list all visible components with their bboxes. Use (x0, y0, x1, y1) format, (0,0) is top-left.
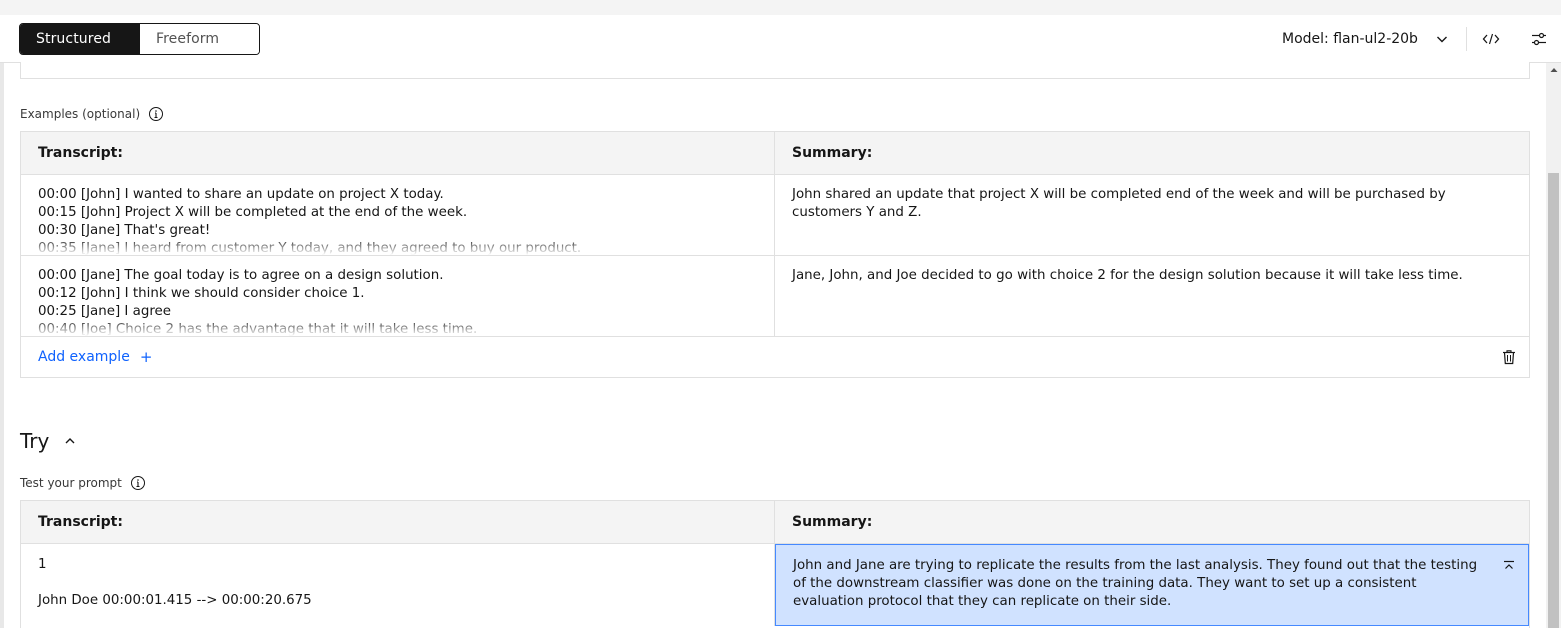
collapse-icon[interactable] (1502, 559, 1516, 573)
code-view-button[interactable] (1479, 27, 1503, 51)
column-header-summary: Summary: (792, 514, 873, 530)
table-footer: Add example + (21, 337, 1529, 377)
try-title: Try (20, 429, 50, 453)
toolbar-divider (1466, 27, 1467, 51)
table-header: Transcript: Summary: (21, 132, 1529, 175)
model-selector[interactable]: Model: flan-ul2-20b (1282, 29, 1450, 49)
test-prompt-label-row: Test your prompt (20, 475, 146, 491)
add-example-label: Add example (38, 349, 130, 365)
model-parameters-button[interactable] (1527, 27, 1551, 51)
trash-icon[interactable] (1502, 349, 1516, 365)
column-header-transcript: Transcript: (21, 501, 775, 543)
scrollbar-thumb[interactable] (1548, 173, 1559, 628)
chevron-down-icon (1434, 31, 1450, 47)
transcript-line: 1 (38, 557, 47, 572)
tab-structured[interactable]: Structured (20, 24, 140, 54)
transcript-line: 00:40 [Joe] Choice 2 has the advantage t… (38, 322, 478, 336)
transcript-line: 00:00 [John] I wanted to share an update… (38, 187, 444, 202)
transcript-cell[interactable]: 00:00 [Jane] The goal today is to agree … (21, 256, 775, 336)
generated-summary-text: John and Jane are trying to replicate th… (793, 558, 1478, 609)
table-row: 00:00 [Jane] The goal today is to agree … (21, 256, 1529, 337)
plus-icon: + (139, 348, 153, 366)
column-header-summary: Summary: (792, 145, 873, 161)
information-icon[interactable] (148, 106, 164, 122)
table-header: Transcript: Summary: (21, 501, 1529, 544)
examples-table: Transcript: Summary: 00:00 [John] I want… (20, 131, 1530, 378)
instruction-box-bottom (20, 62, 1530, 79)
settings-adjust-icon (1531, 31, 1547, 47)
add-example-button[interactable]: Add example + (38, 348, 152, 366)
vertical-scrollbar[interactable] (1546, 63, 1561, 628)
table-row: 1 John Doe 00:00:01.415 --> 00:00:20.675… (21, 544, 1529, 626)
transcript-line: 00:25 [Jane] I agree (38, 304, 172, 319)
top-toolbar: Structured Freeform Model: flan-ul2-20b (0, 15, 1561, 63)
left-edge (0, 63, 4, 628)
test-prompt-label: Test your prompt (20, 476, 122, 490)
top-strip (0, 0, 1561, 15)
examples-label-row: Examples (optional) (20, 106, 164, 122)
column-header-transcript: Transcript: (21, 132, 775, 174)
transcript-line: John Doe 00:00:01.415 --> 00:00:20.675 (38, 593, 312, 608)
mode-switcher: Structured Freeform (19, 23, 260, 55)
summary-cell[interactable]: Jane, John, and Joe decided to go with c… (775, 256, 1529, 336)
try-section-header[interactable]: Try (20, 429, 77, 453)
table-row: 00:00 [John] I wanted to share an update… (21, 175, 1529, 256)
information-icon[interactable] (130, 475, 146, 491)
transcript-input[interactable]: 1 John Doe 00:00:01.415 --> 00:00:20.675 (21, 544, 775, 626)
transcript-line: 00:35 [Jane] I heard from customer Y tod… (38, 241, 582, 255)
test-prompt-table: Transcript: Summary: 1 John Doe 00:00:01… (20, 500, 1530, 628)
scroll-up-arrow-icon[interactable] (1546, 66, 1561, 78)
code-icon (1482, 31, 1500, 47)
transcript-line: 00:30 [Jane] That's great! (38, 223, 211, 238)
generated-summary-cell[interactable]: John and Jane are trying to replicate th… (775, 544, 1529, 626)
examples-label: Examples (optional) (20, 107, 141, 121)
tab-freeform[interactable]: Freeform (140, 24, 259, 54)
transcript-line: 00:12 [John] I think we should consider … (38, 286, 365, 301)
transcript-cell[interactable]: 00:00 [John] I wanted to share an update… (21, 175, 775, 255)
model-label: Model: flan-ul2-20b (1282, 31, 1418, 47)
transcript-line: 00:15 [John] Project X will be completed… (38, 205, 468, 220)
summary-cell[interactable]: John shared an update that project X wil… (775, 175, 1529, 255)
transcript-line: 00:00 [Jane] The goal today is to agree … (38, 268, 444, 283)
chevron-up-icon[interactable] (63, 434, 77, 448)
